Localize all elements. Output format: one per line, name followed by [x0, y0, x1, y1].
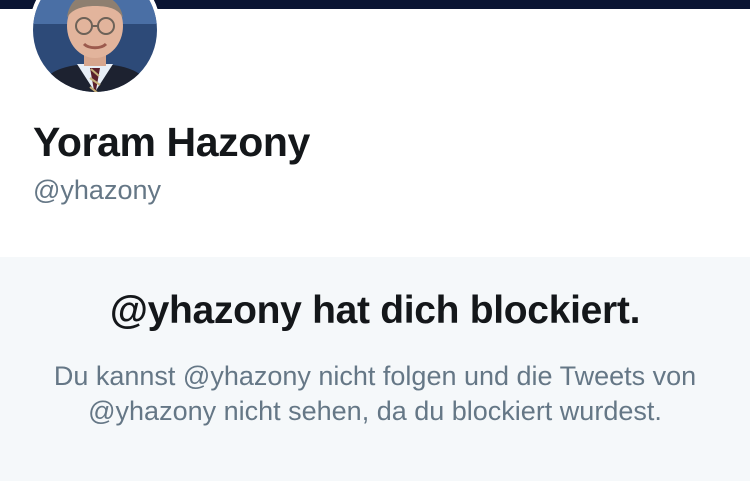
avatar[interactable] [29, 0, 161, 96]
display-name: Yoram Hazony [33, 119, 310, 165]
blocked-description: Du kannst @yhazony nicht folgen und die … [53, 361, 697, 426]
blocked-title: @yhazony hat dich blockiert. [109, 289, 641, 332]
blocked-notice-panel: @yhazony hat dich blockiert. Du kannst @… [0, 257, 750, 481]
profile-screen: Yoram Hazony @yhazony @yhazony hat dich … [0, 0, 750, 481]
profile-photo-icon [29, 0, 161, 96]
user-handle: @yhazony [33, 175, 161, 205]
profile-info: Yoram Hazony @yhazony [33, 118, 310, 206]
